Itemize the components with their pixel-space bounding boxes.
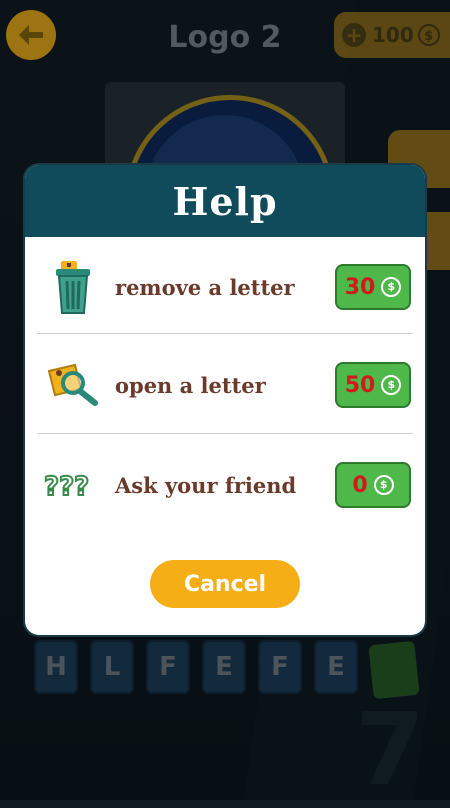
coin-icon: $ — [381, 277, 402, 297]
price-value: 0 — [352, 472, 368, 498]
help-option-open-letter: open a letter 50 $ — [37, 335, 413, 435]
coin-icon: $ — [373, 475, 394, 495]
row-divider — [37, 433, 413, 434]
row-divider — [37, 333, 413, 334]
price-value: 30 — [344, 274, 376, 300]
svg-text:???: ??? — [44, 472, 89, 501]
option-label: Ask your friend — [115, 472, 297, 498]
dialog-title: Help — [172, 178, 278, 224]
help-dialog: Help remove a letter 30 $ open a letter … — [25, 165, 425, 635]
open-letter-price-button[interactable]: 50 $ — [335, 362, 411, 408]
question-marks-icon: ??? — [43, 455, 103, 515]
option-label: remove a letter — [115, 274, 295, 300]
help-option-remove-letter: remove a letter 30 $ — [37, 237, 413, 337]
trash-can-icon — [43, 257, 103, 317]
help-option-ask-friend: ??? Ask your friend 0 $ — [37, 435, 413, 535]
remove-letter-price-button[interactable]: 30 $ — [335, 264, 411, 310]
dialog-header: Help — [25, 165, 425, 237]
cancel-button[interactable]: Cancel — [150, 560, 300, 608]
option-label: open a letter — [115, 372, 266, 398]
magnifier-key-icon — [43, 355, 103, 415]
ask-friend-price-button[interactable]: 0 $ — [335, 462, 411, 508]
price-value: 50 — [344, 372, 376, 398]
coin-icon: $ — [381, 375, 402, 395]
